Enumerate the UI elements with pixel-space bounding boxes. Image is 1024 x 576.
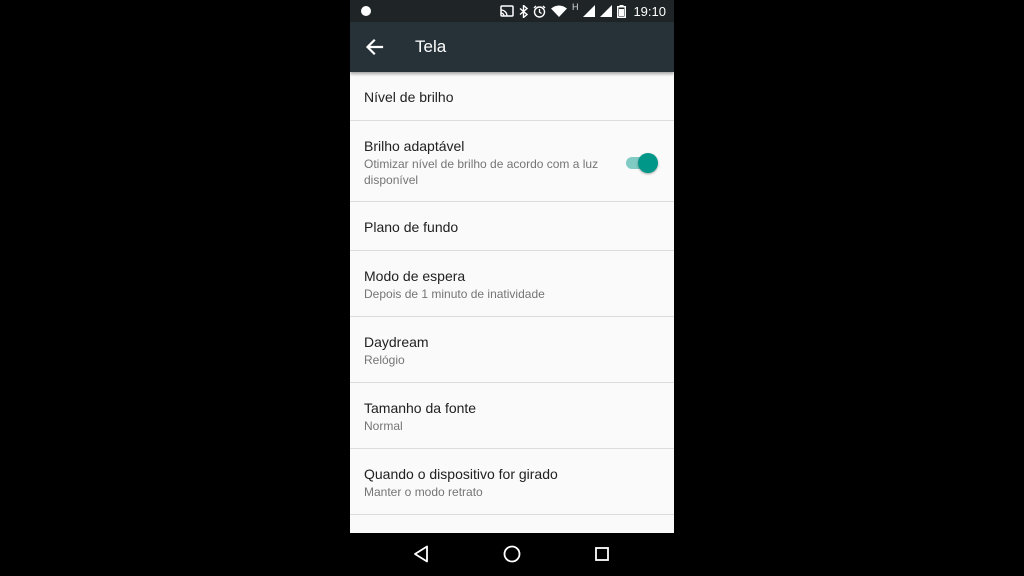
setting-title: Brilho adaptável	[364, 138, 465, 154]
setting-item-rotation[interactable]: Quando o dispositivo for girado Manter o…	[350, 449, 674, 515]
nav-recents-button[interactable]	[592, 544, 612, 564]
notification-dot-icon	[361, 6, 371, 16]
alarm-icon	[533, 5, 546, 18]
setting-item-adaptive-brightness[interactable]: Brilho adaptável Otimizar nível de brilh…	[350, 121, 674, 202]
setting-title: Modo de espera	[364, 268, 466, 284]
settings-list: Nível de brilho Brilho adaptável Otimiza…	[350, 72, 674, 533]
phone-screen: H 19:10 Tela Nível de brilho Brilho adap…	[350, 0, 674, 576]
app-bar: Tela	[350, 22, 674, 72]
back-button[interactable]	[362, 35, 388, 59]
toggle-thumb	[638, 153, 658, 173]
status-bar: H 19:10	[350, 0, 674, 22]
setting-subtitle: Manter o modo retrato	[364, 485, 483, 499]
status-icons: H 19:10	[500, 0, 666, 22]
home-circle-icon	[503, 545, 521, 563]
back-triangle-icon	[414, 545, 428, 563]
arrow-back-icon	[365, 38, 384, 56]
nav-back-button[interactable]	[412, 544, 432, 564]
setting-subtitle: Normal	[364, 419, 403, 433]
bluetooth-icon	[519, 4, 528, 18]
setting-title: Plano de fundo	[364, 219, 459, 235]
setting-subtitle: Depois de 1 minuto de inatividade	[364, 287, 545, 301]
setting-item-brightness-level[interactable]: Nível de brilho	[350, 72, 674, 121]
navigation-bar	[350, 533, 674, 576]
cast-icon	[500, 5, 514, 17]
setting-item-sleep[interactable]: Modo de espera Depois de 1 minuto de ina…	[350, 251, 674, 317]
recents-square-icon	[595, 547, 609, 561]
wifi-icon	[550, 5, 567, 17]
nav-home-button[interactable]	[502, 544, 522, 564]
page-title: Tela	[415, 37, 447, 56]
setting-subtitle: Relógio	[364, 353, 405, 367]
setting-title: Daydream	[364, 334, 429, 350]
signal-type-label: H	[571, 2, 579, 12]
battery-icon	[617, 4, 627, 18]
setting-item-font-size[interactable]: Tamanho da fonte Normal	[350, 383, 674, 449]
setting-item-daydream[interactable]: Daydream Relógio	[350, 317, 674, 383]
status-time: 19:10	[633, 3, 666, 19]
setting-subtitle: Otimizar nível de brilho de acordo com a…	[364, 157, 599, 187]
cell-signal-icon	[600, 5, 613, 17]
cell-signal-icon	[583, 5, 596, 17]
setting-item-wallpaper[interactable]: Plano de fundo	[350, 202, 674, 251]
setting-title: Nível de brilho	[364, 89, 454, 105]
setting-title: Quando o dispositivo for girado	[364, 466, 558, 482]
setting-title: Tamanho da fonte	[364, 400, 477, 416]
adaptive-brightness-toggle[interactable]	[626, 153, 658, 173]
